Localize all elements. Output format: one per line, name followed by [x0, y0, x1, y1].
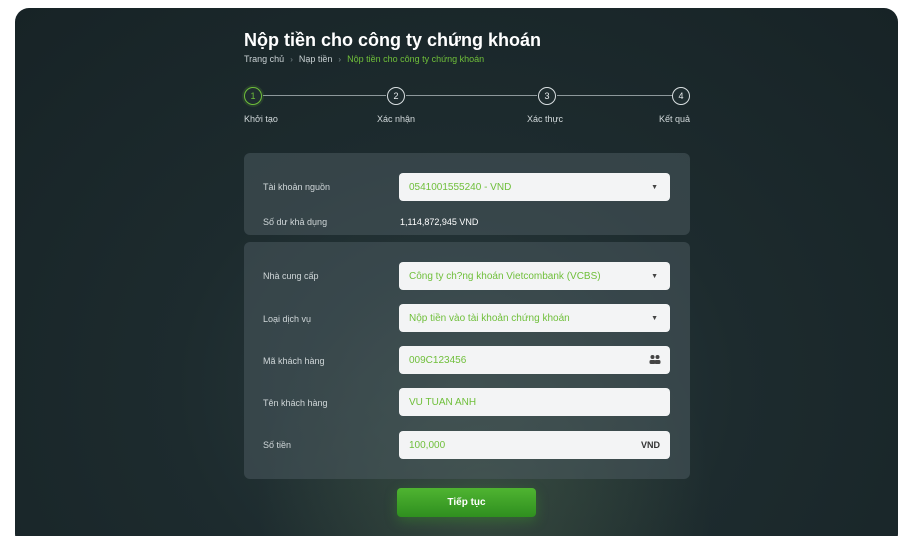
amount-value: 100,000 — [409, 439, 446, 451]
customer-code-input[interactable]: 009C123456 — [399, 346, 670, 374]
main-frame: Nộp tiền cho công ty chứng khoán Trang c… — [15, 8, 898, 536]
breadcrumb-home[interactable]: Trang chủ — [244, 54, 284, 64]
step-4-label: Kết quả — [659, 114, 691, 124]
currency-suffix: VND — [640, 440, 660, 450]
balance-value: 1,114,872,945 VND — [400, 217, 479, 227]
page-title: Nộp tiền cho công ty chứng khoán — [244, 30, 542, 50]
step-connector — [406, 95, 537, 96]
chevron-right-icon: › — [338, 54, 342, 64]
breadcrumb: Trang chủ › Nạp tiền › Nộp tiền cho công… — [244, 54, 484, 64]
step-3-label: Xác thực — [527, 114, 564, 124]
customer-name-input[interactable]: VU TUAN ANH — [399, 388, 670, 416]
service-type-label: Loại dịch vụ — [263, 314, 312, 324]
contacts-icon[interactable] — [649, 354, 661, 364]
step-2-circle: 2 — [387, 87, 405, 105]
customer-name-value: VU TUAN ANH — [409, 396, 477, 408]
step-connector — [263, 95, 386, 96]
step-1-label: Khởi tạo — [244, 114, 278, 124]
customer-code-label: Mã khách hàng — [263, 356, 325, 366]
caret-down-icon: ▼ — [651, 314, 658, 322]
step-connector — [557, 95, 683, 96]
step-3-circle: 3 — [538, 87, 556, 105]
stepper: 1 2 3 4 Khởi tạo Xác nhận Xác thực Kết q… — [244, 87, 690, 127]
service-type-select[interactable]: Nộp tiền vào tài khoản chứng khoán ▼ — [399, 304, 670, 332]
step-1-circle: 1 — [244, 87, 262, 105]
chevron-right-icon: › — [290, 54, 293, 64]
caret-down-icon: ▼ — [651, 183, 658, 191]
breadcrumb-current: Nộp tiền cho công ty chứng khoán — [347, 54, 485, 64]
amount-label: Số tiền — [263, 440, 292, 450]
provider-select[interactable]: Công ty ch?ng khoán Vietcombank (VCBS) ▼ — [399, 262, 670, 290]
source-account-value: 0541001555240 - VND — [409, 181, 512, 193]
source-account-label: Tài khoản nguồn — [263, 182, 331, 192]
provider-label: Nhà cung cấp — [263, 271, 319, 281]
continue-button[interactable]: Tiếp tục — [397, 488, 536, 517]
step-4-circle: 4 — [672, 87, 690, 105]
provider-value: Công ty ch?ng khoán Vietcombank (VCBS) — [409, 270, 601, 282]
service-type-value: Nộp tiền vào tài khoản chứng khoán — [409, 312, 570, 324]
step-2-label: Xác nhận — [377, 114, 416, 124]
caret-down-icon: ▼ — [651, 272, 658, 280]
breadcrumb-deposit[interactable]: Nạp tiền — [299, 54, 333, 64]
customer-name-label: Tên khách hàng — [263, 398, 328, 408]
balance-label: Số dư khả dụng — [263, 217, 328, 227]
amount-input[interactable]: 100,000 VND — [399, 431, 670, 459]
source-account-select[interactable]: 0541001555240 - VND ▼ — [399, 173, 670, 201]
customer-code-value: 009C123456 — [409, 354, 467, 366]
